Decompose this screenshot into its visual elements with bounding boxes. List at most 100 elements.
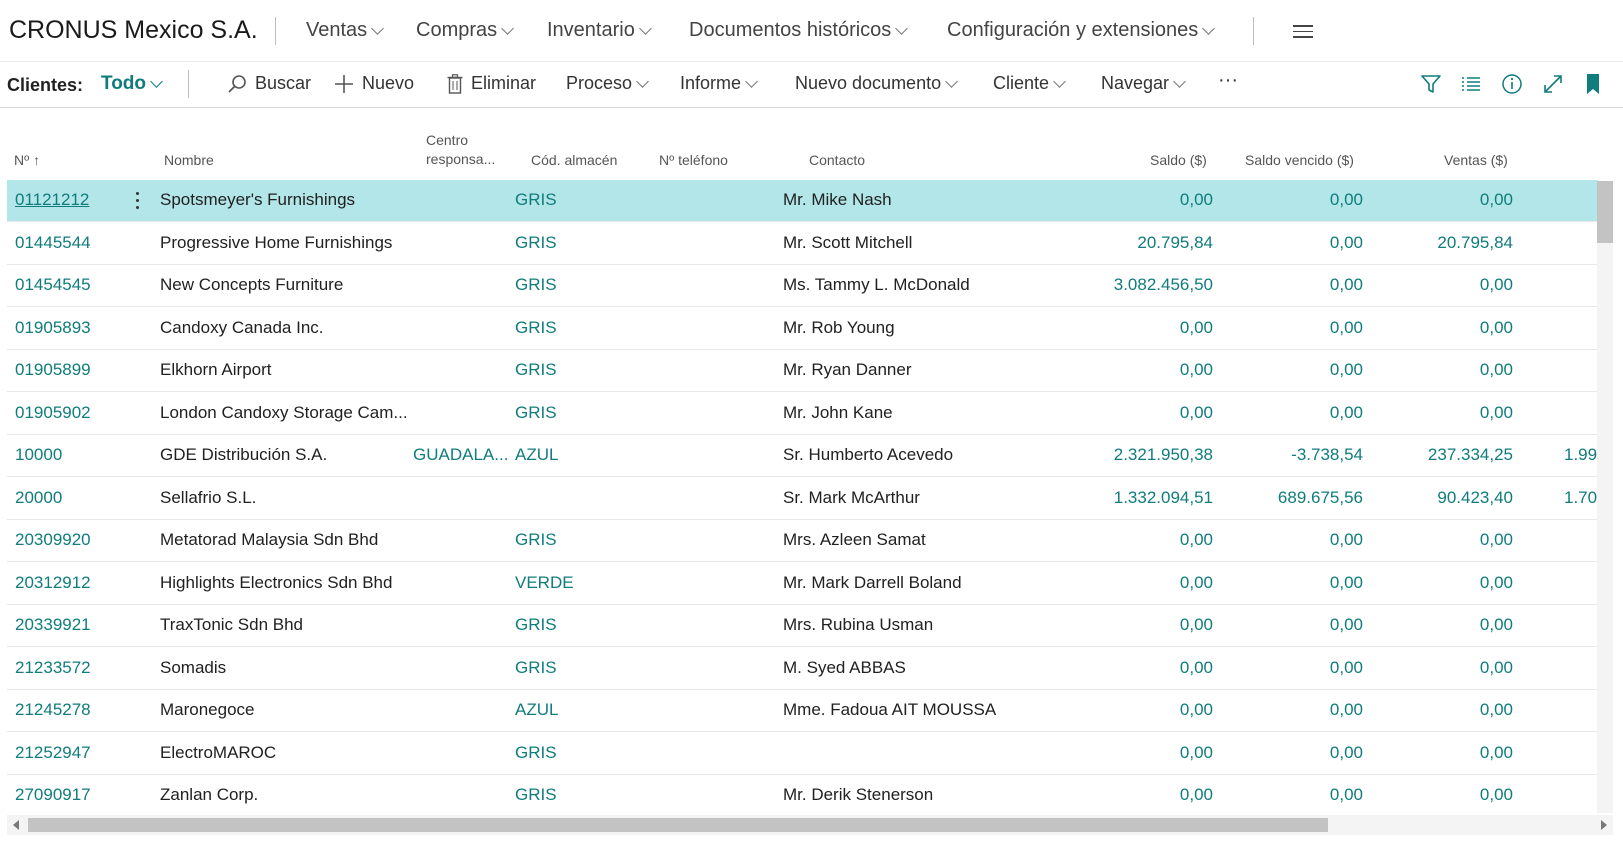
cell-saldo-vencido[interactable]: 0,00: [1330, 658, 1363, 678]
cell-saldo[interactable]: 0,00: [1180, 190, 1213, 210]
list-view-icon[interactable]: [1458, 71, 1484, 97]
cell-no[interactable]: 20339921: [15, 615, 91, 635]
column-header-contacto[interactable]: Contacto: [809, 152, 865, 168]
cell-ventas[interactable]: 0,00: [1480, 190, 1513, 210]
cell-saldo[interactable]: 0,00: [1180, 318, 1213, 338]
cell-almacen[interactable]: GRIS: [515, 190, 557, 210]
cell-no[interactable]: 01121212: [15, 190, 89, 210]
nav-configuracion[interactable]: Configuración y extensiones: [947, 19, 1216, 42]
cell-no[interactable]: 01905902: [15, 403, 91, 423]
table-row[interactable]: 20312912 Highlights Electronics Sdn Bhd VE…: [7, 563, 1598, 605]
cell-saldo-vencido[interactable]: 0,00: [1330, 233, 1363, 253]
cell-almacen[interactable]: GRIS: [515, 530, 557, 550]
cell-no[interactable]: 01454545: [15, 275, 91, 295]
table-row[interactable]: 21252947 ElectroMAROC GRIS 0,00 0,00 0,00: [7, 733, 1598, 775]
cell-centro[interactable]: GUADALA...: [413, 445, 508, 465]
cell-no[interactable]: 10000: [15, 445, 62, 465]
cell-almacen[interactable]: GRIS: [515, 275, 557, 295]
nav-ventas[interactable]: Ventas: [306, 19, 385, 42]
cell-saldo-vencido[interactable]: -3.738,54: [1291, 445, 1363, 465]
new-button[interactable]: Nuevo: [334, 73, 414, 94]
table-row[interactable]: 20000 Sellafrio S.L. Sr. Mark McArthur 1.33…: [7, 478, 1598, 520]
cell-saldo[interactable]: 0,00: [1180, 573, 1213, 593]
cell-almacen[interactable]: GRIS: [515, 360, 557, 380]
horizontal-scrollbar[interactable]: [7, 815, 1613, 835]
cell-ventas[interactable]: 0,00: [1480, 318, 1513, 338]
cell-saldo[interactable]: 20.795,84: [1137, 233, 1213, 253]
nav-inventario[interactable]: Inventario: [547, 19, 652, 42]
cell-saldo-vencido[interactable]: 0,00: [1330, 190, 1363, 210]
cell-ventas[interactable]: 90.423,40: [1437, 488, 1513, 508]
cell-almacen[interactable]: GRIS: [515, 658, 557, 678]
horizontal-scroll-thumb[interactable]: [28, 818, 1328, 832]
scroll-right-arrow-icon[interactable]: [1601, 820, 1607, 830]
cell-ventas[interactable]: 0,00: [1480, 573, 1513, 593]
more-options-button[interactable]: ···: [1218, 69, 1238, 92]
cell-almacen[interactable]: GRIS: [515, 743, 557, 763]
table-row[interactable]: 21233572 Somadis GRIS M. Syed ABBAS 0,00 0,00…: [7, 648, 1598, 690]
cell-ventas[interactable]: 0,00: [1480, 743, 1513, 763]
cell-ventas[interactable]: 20.795,84: [1437, 233, 1513, 253]
cell-saldo[interactable]: 0,00: [1180, 658, 1213, 678]
vertical-scroll-thumb[interactable]: [1597, 181, 1613, 243]
cell-no[interactable]: 21252947: [15, 743, 91, 763]
cell-saldo[interactable]: 0,00: [1180, 700, 1213, 720]
cell-saldo[interactable]: 0,00: [1180, 743, 1213, 763]
cell-no[interactable]: 01905893: [15, 318, 91, 338]
cell-almacen[interactable]: AZUL: [515, 700, 558, 720]
customer-menu[interactable]: Cliente: [993, 73, 1066, 94]
cell-saldo[interactable]: 1.332.094,51: [1114, 488, 1213, 508]
cell-almacen[interactable]: GRIS: [515, 615, 557, 635]
bookmark-icon[interactable]: [1580, 71, 1606, 97]
cell-no[interactable]: 01905899: [15, 360, 91, 380]
column-header-no[interactable]: Nº ↑: [14, 152, 40, 168]
cell-saldo-vencido[interactable]: 689.675,56: [1278, 488, 1363, 508]
table-row[interactable]: 01905893 Candoxy Canada Inc. GRIS Mr. Rob Y…: [7, 308, 1598, 350]
report-menu[interactable]: Informe: [680, 73, 758, 94]
cell-saldo-vencido[interactable]: 0,00: [1330, 743, 1363, 763]
cell-ventas[interactable]: 0,00: [1480, 403, 1513, 423]
column-header-saldo[interactable]: Saldo ($): [1150, 152, 1207, 168]
cell-saldo-vencido[interactable]: 0,00: [1330, 275, 1363, 295]
table-row[interactable]: 27090917 Zanlan Corp. GRIS Mr. Derik Stener…: [7, 775, 1598, 813]
cell-saldo-vencido[interactable]: 0,00: [1330, 318, 1363, 338]
cell-saldo[interactable]: 0,00: [1180, 360, 1213, 380]
table-row[interactable]: 01454545 New Concepts Furniture GRIS Ms. Ta…: [7, 265, 1598, 307]
filter-icon[interactable]: [1418, 71, 1444, 97]
delete-button[interactable]: Eliminar: [447, 73, 536, 94]
cell-saldo[interactable]: 0,00: [1180, 615, 1213, 635]
cell-ventas[interactable]: 0,00: [1480, 530, 1513, 550]
cell-saldo-vencido[interactable]: 0,00: [1330, 615, 1363, 635]
table-row[interactable]: 20339921 TraxTonic Sdn Bhd GRIS Mrs. Rubina…: [7, 605, 1598, 647]
cell-no[interactable]: 01445544: [15, 233, 91, 253]
cell-no[interactable]: 21245278: [15, 700, 91, 720]
view-filter-dropdown[interactable]: Todo: [101, 73, 163, 95]
scroll-left-arrow-icon[interactable]: [13, 820, 19, 830]
cell-almacen[interactable]: GRIS: [515, 403, 557, 423]
process-menu[interactable]: Proceso: [566, 73, 649, 94]
column-header-almacen[interactable]: Cód. almacén: [531, 152, 617, 168]
cell-almacen[interactable]: GRIS: [515, 233, 557, 253]
cell-saldo-vencido[interactable]: 0,00: [1330, 530, 1363, 550]
company-name[interactable]: CRONUS Mexico S.A.: [9, 16, 258, 45]
column-header-saldo-vencido[interactable]: Saldo vencido ($): [1245, 152, 1354, 168]
navigate-menu[interactable]: Navegar: [1101, 73, 1186, 94]
cell-saldo-vencido[interactable]: 0,00: [1330, 700, 1363, 720]
cell-no[interactable]: 21233572: [15, 658, 91, 678]
cell-ventas[interactable]: 0,00: [1480, 785, 1513, 805]
table-row[interactable]: 01121212 Spotsmeyer's Furnishings GRIS Mr. …: [7, 180, 1598, 222]
nav-documentos-historicos[interactable]: Documentos históricos: [689, 19, 909, 42]
table-row[interactable]: 20309920 Metatorad Malaysia Sdn Bhd GRIS Mr…: [7, 520, 1598, 562]
cell-no[interactable]: 20000: [15, 488, 62, 508]
cell-ventas[interactable]: 0,00: [1480, 700, 1513, 720]
cell-no[interactable]: 27090917: [15, 785, 91, 805]
cell-saldo[interactable]: 0,00: [1180, 403, 1213, 423]
cell-ventas[interactable]: 0,00: [1480, 658, 1513, 678]
table-row[interactable]: 01905902 London Candoxy Storage Cam... GRI…: [7, 393, 1598, 435]
expand-icon[interactable]: [1540, 71, 1566, 97]
cell-no[interactable]: 20309920: [15, 530, 91, 550]
table-row[interactable]: 01445544 Progressive Home Furnishings GRIS…: [7, 223, 1598, 265]
cell-pa[interactable]: 1.99: [1564, 445, 1597, 465]
cell-almacen[interactable]: GRIS: [515, 785, 557, 805]
cell-almacen[interactable]: VERDE: [515, 573, 574, 593]
